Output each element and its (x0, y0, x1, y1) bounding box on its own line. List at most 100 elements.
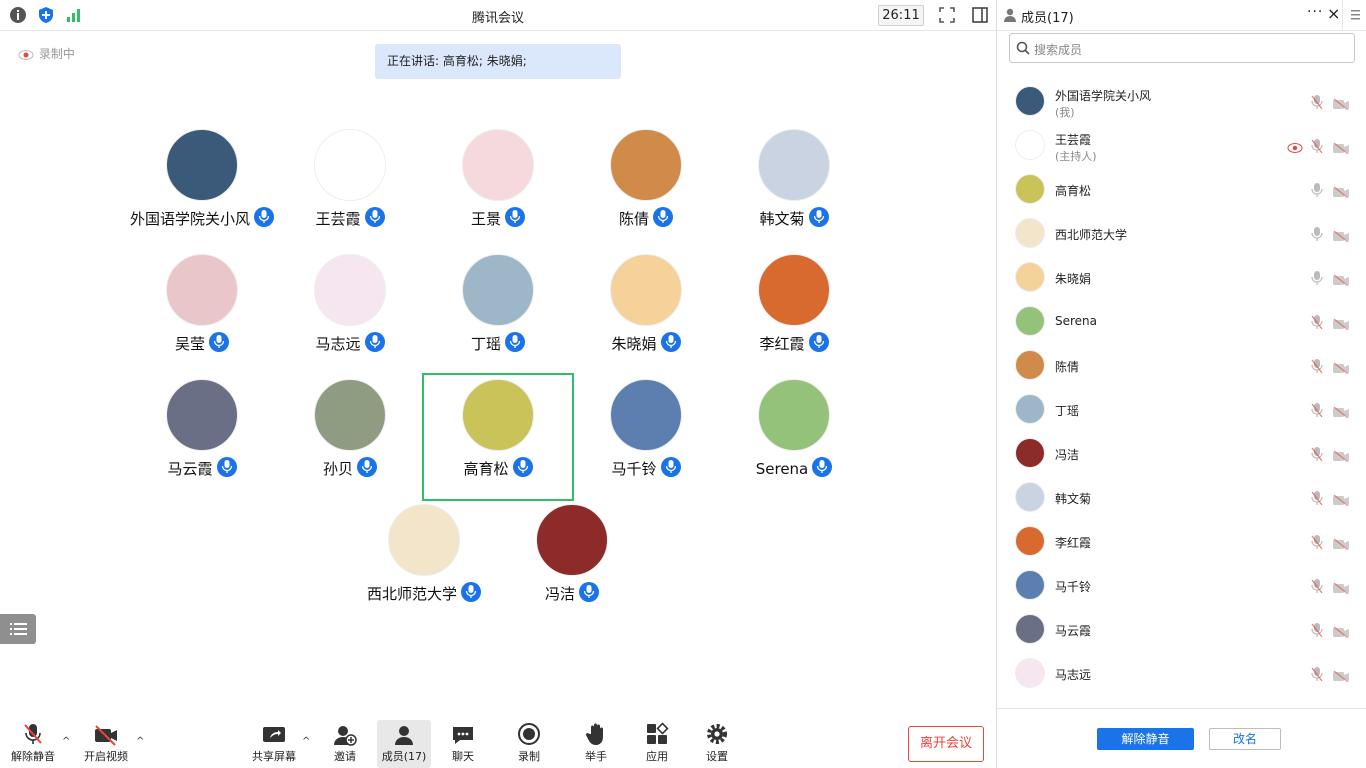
mic-muted-icon[interactable] (1311, 314, 1323, 334)
cloud-record-icon (18, 49, 35, 60)
camera-off-icon[interactable] (1332, 579, 1350, 598)
list-toggle-button[interactable] (0, 614, 36, 644)
layout-icon[interactable] (971, 6, 989, 24)
settings-button[interactable]: 设置 (687, 720, 747, 768)
raise-hand-button[interactable]: 举手 (566, 720, 626, 768)
participant-tile[interactable]: 李红霞 (720, 250, 868, 374)
member-role: (主持人) (1055, 150, 1097, 163)
members-button[interactable]: 成员(17) (377, 720, 431, 768)
record-button[interactable]: 录制 (499, 720, 559, 768)
participant-tile[interactable]: 朱晓娟 (572, 250, 720, 374)
leave-meeting-button[interactable]: 离开会议 (908, 726, 984, 762)
avatar (314, 254, 386, 326)
camera-off-icon[interactable] (1332, 491, 1350, 510)
audio-options-caret[interactable]: ^ (62, 736, 70, 747)
member-row[interactable]: 马千铃 (997, 564, 1366, 608)
participant-tile[interactable]: 高育松 (422, 373, 574, 501)
participant-tile[interactable]: 吴莹 (128, 250, 276, 374)
participant-tile[interactable]: 王景 (424, 125, 572, 249)
participant-name: 孙贝 (322, 460, 353, 478)
chat-button[interactable]: 聊天 (433, 720, 493, 768)
member-row[interactable]: 马云霞 (997, 608, 1366, 652)
share-options-caret[interactable]: ^ (302, 736, 310, 747)
rename-button[interactable]: 改名 (1209, 728, 1281, 750)
participant-tile[interactable]: Serena (720, 375, 868, 499)
member-row[interactable]: 马志远 (997, 652, 1366, 696)
mic-muted-icon[interactable] (1311, 94, 1323, 114)
member-row[interactable]: 高育松 (997, 168, 1366, 212)
mic-on-icon (512, 457, 533, 477)
mic-muted-icon[interactable] (1311, 446, 1323, 466)
invite-button[interactable]: 邀请 (315, 720, 375, 768)
share-screen-button[interactable]: 共享屏幕 (244, 720, 304, 768)
participant-name: 西北师范大学 (366, 585, 457, 603)
camera-off-icon[interactable] (1332, 271, 1350, 290)
mic-muted-icon[interactable] (1311, 138, 1323, 158)
mic-muted-icon[interactable] (1311, 490, 1323, 510)
camera-off-icon[interactable] (1332, 447, 1350, 466)
start-video-button[interactable]: 开启视频 (76, 720, 136, 768)
participant-tile[interactable]: 丁瑶 (424, 250, 572, 374)
mic-muted-icon[interactable] (1311, 622, 1323, 642)
participant-name: 李红霞 (759, 335, 805, 353)
record-icon (518, 723, 540, 745)
avatar (1015, 218, 1045, 248)
participant-tile[interactable]: 冯洁 (498, 500, 646, 624)
camera-off-icon[interactable] (1332, 315, 1350, 334)
camera-off-icon[interactable] (1332, 139, 1350, 158)
panel-menu-button[interactable] (1342, 0, 1366, 31)
participant-tile[interactable]: 马志远 (276, 250, 424, 374)
members-panel-header: 成员(17) ··· × (997, 0, 1366, 31)
member-row[interactable]: 冯洁 (997, 432, 1366, 476)
apps-button[interactable]: 应用 (627, 720, 687, 768)
member-row[interactable]: 王芸霞 (主持人) (997, 124, 1366, 168)
participant-tile[interactable]: 王芸霞 (276, 125, 424, 249)
mic-muted-icon[interactable] (1311, 534, 1323, 554)
camera-off-icon[interactable] (1332, 359, 1350, 378)
participant-tile[interactable]: 外国语学院关小风 (128, 125, 276, 249)
member-list: 外国语学院关小风 (我) 王芸霞 (主持人) 高育松 西北师范大学朱晓娟 Serena 陈倩丁… (997, 80, 1366, 706)
camera-off-icon[interactable] (1332, 623, 1350, 642)
fullscreen-icon[interactable] (938, 6, 956, 24)
eye-icon[interactable] (1287, 139, 1303, 158)
member-row[interactable]: 丁瑶 (997, 388, 1366, 432)
mic-muted-icon[interactable] (1311, 666, 1323, 686)
participant-name: Serena (755, 460, 809, 478)
participant-tile[interactable]: 西北师范大学 (350, 500, 498, 624)
participant-tile[interactable]: 陈倩 (572, 125, 720, 249)
member-row[interactable]: 西北师范大学 (997, 212, 1366, 256)
video-options-caret[interactable]: ^ (136, 736, 144, 747)
camera-off-icon[interactable] (1332, 403, 1350, 422)
member-row[interactable]: 外国语学院关小风 (我) (997, 80, 1366, 124)
member-row[interactable]: 韩文菊 (997, 476, 1366, 520)
unmute-all-button[interactable]: 解除静音 (1097, 728, 1194, 750)
avatar (610, 379, 682, 451)
participant-tile[interactable]: 韩文菊 (720, 125, 868, 249)
mic-on-icon (357, 457, 377, 477)
camera-off-icon[interactable] (1332, 227, 1350, 246)
camera-off-icon[interactable] (1332, 535, 1350, 554)
member-row[interactable]: 李红霞 (997, 520, 1366, 564)
member-row[interactable]: Serena (997, 300, 1366, 344)
mic-on-icon (216, 457, 237, 477)
member-row[interactable]: 陈倩 (997, 344, 1366, 388)
close-icon[interactable]: × (1327, 4, 1340, 23)
unmute-button[interactable]: 解除静音 (3, 720, 63, 768)
member-row[interactable]: 朱晓娟 (997, 256, 1366, 300)
member-search-input[interactable]: 搜索成员 (1009, 33, 1355, 63)
mic-muted-icon[interactable] (1311, 402, 1323, 422)
member-name: 朱晓娟 (1055, 272, 1092, 286)
camera-off-icon[interactable] (1332, 95, 1350, 114)
member-name: 马云霞 (1055, 624, 1092, 638)
mic-icon[interactable] (1311, 270, 1323, 290)
mic-icon[interactable] (1311, 226, 1323, 246)
mic-muted-icon[interactable] (1311, 578, 1323, 598)
camera-off-icon[interactable] (1332, 183, 1350, 202)
participant-tile[interactable]: 马云霞 (128, 375, 276, 499)
participant-tile[interactable]: 马千铃 (572, 375, 720, 499)
mic-muted-icon[interactable] (1311, 358, 1323, 378)
participant-tile[interactable]: 孙贝 (276, 375, 424, 499)
camera-off-icon[interactable] (1332, 667, 1350, 686)
mic-icon[interactable] (1311, 182, 1323, 202)
more-icon[interactable]: ··· (1307, 4, 1323, 20)
